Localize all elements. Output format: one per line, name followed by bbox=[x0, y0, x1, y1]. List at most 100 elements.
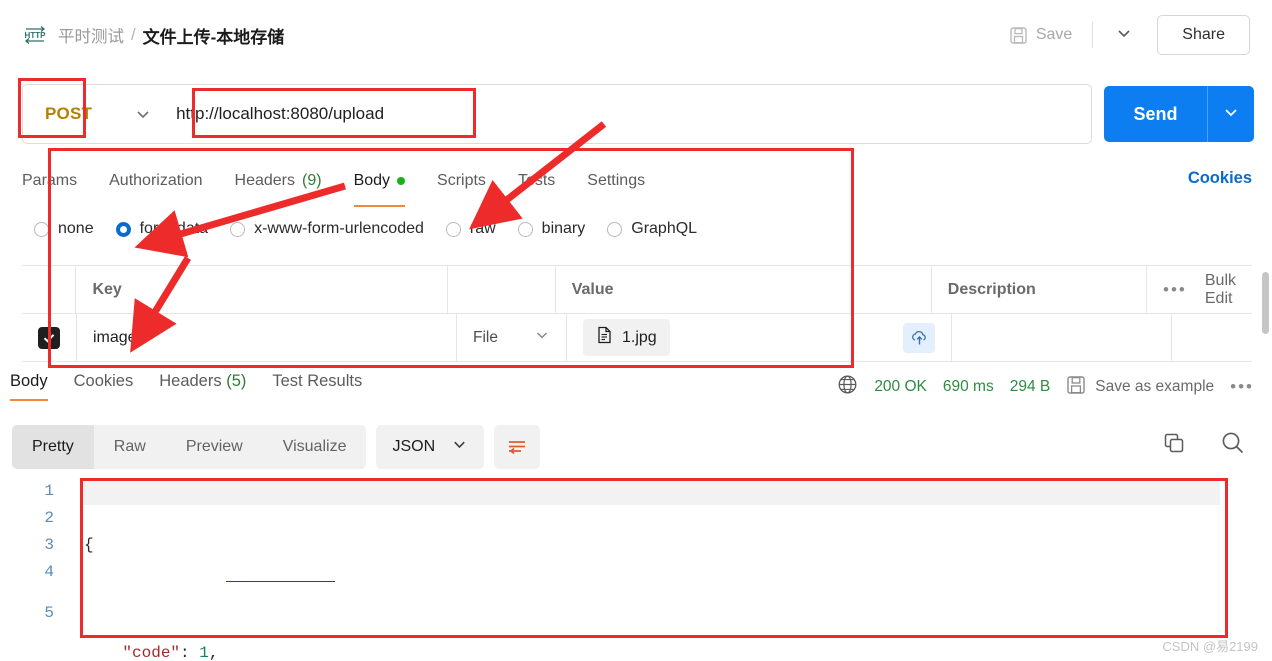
radio-icon bbox=[445, 221, 461, 237]
response-tab-cookies[interactable]: Cookies bbox=[74, 372, 134, 397]
row-tools-cell bbox=[1172, 314, 1252, 361]
breadcrumb-separator: / bbox=[131, 25, 136, 44]
tab-body[interactable]: Body bbox=[353, 172, 406, 207]
view-mode-preview[interactable]: Preview bbox=[166, 425, 263, 469]
radio-label: form-data bbox=[139, 220, 209, 237]
send-options-button[interactable] bbox=[1208, 103, 1254, 126]
radio-x-www-form-urlencoded[interactable]: x-www-form-urlencoded bbox=[230, 220, 424, 238]
cloud-upload-icon[interactable] bbox=[903, 322, 935, 353]
row-value-cell[interactable]: 1.jpg bbox=[567, 314, 952, 361]
tab-authorization[interactable]: Authorization bbox=[109, 172, 202, 194]
json-colon: : bbox=[180, 644, 200, 661]
toolbar-divider bbox=[1092, 22, 1094, 48]
row-key-cell[interactable]: image bbox=[77, 314, 457, 361]
response-tab-headers[interactable]: Headers (5) bbox=[159, 372, 246, 397]
chevron-down-icon[interactable] bbox=[134, 105, 152, 123]
chevron-down-icon bbox=[1115, 24, 1133, 47]
body-modified-dot-icon bbox=[397, 177, 406, 185]
row-type-selector[interactable]: File bbox=[457, 314, 567, 361]
page-title: 文件上传-本地存储 bbox=[142, 27, 285, 47]
radio-binary[interactable]: binary bbox=[517, 220, 586, 238]
postman-window: HTTP 平时测试 / 文件上传-本地存储 Save Share POST ht… bbox=[0, 0, 1272, 661]
bulk-edit-button[interactable]: Bulk Edit bbox=[1205, 272, 1236, 308]
tab-label: Body bbox=[353, 172, 391, 189]
view-mode-pretty[interactable]: Pretty bbox=[12, 425, 94, 469]
tab-settings[interactable]: Settings bbox=[587, 172, 645, 194]
row-type-label: File bbox=[473, 328, 498, 346]
table-row: image File 1.jpg bbox=[22, 314, 1252, 362]
tab-scripts[interactable]: Scripts bbox=[437, 172, 486, 194]
chevron-down-icon bbox=[1222, 103, 1240, 126]
tab-headers[interactable]: Headers (9) bbox=[235, 172, 322, 194]
tab-params[interactable]: Params bbox=[22, 172, 77, 194]
code-line-1: { bbox=[84, 532, 1141, 559]
http-icon: HTTP bbox=[22, 22, 48, 48]
breadcrumb-parent[interactable]: 平时测试 bbox=[58, 23, 124, 47]
response-headers-count: (5) bbox=[226, 372, 247, 390]
floppy-disk-icon bbox=[1009, 26, 1028, 45]
method-selector[interactable]: POST bbox=[23, 104, 92, 124]
file-name: 1.jpg bbox=[622, 328, 657, 346]
radio-label: binary bbox=[541, 220, 586, 237]
column-header-type bbox=[448, 266, 556, 313]
tab-label: Tests bbox=[517, 172, 556, 189]
json-key-code: "code" bbox=[122, 644, 181, 661]
checkbox-checked-icon bbox=[38, 326, 60, 349]
radio-none[interactable]: none bbox=[34, 220, 94, 238]
body-type-radio-group: none form-data x-www-form-urlencoded raw… bbox=[34, 220, 719, 238]
response-meta: 200 OK 690 ms 294 B Save as example ••• bbox=[837, 374, 1254, 400]
tab-tests[interactable]: Tests bbox=[518, 172, 555, 194]
radio-form-data[interactable]: form-data bbox=[115, 220, 209, 238]
send-button[interactable]: Send bbox=[1104, 104, 1207, 125]
radio-icon bbox=[34, 221, 49, 237]
row-description-cell[interactable] bbox=[952, 314, 1172, 361]
radio-graphql[interactable]: GraphQL bbox=[607, 220, 697, 238]
json-comma: , bbox=[208, 644, 219, 661]
file-chip[interactable]: 1.jpg bbox=[583, 319, 670, 356]
url-input[interactable] bbox=[176, 104, 1091, 124]
select-all-cell[interactable] bbox=[22, 266, 77, 313]
save-button[interactable]: Save bbox=[1001, 20, 1080, 51]
tab-label: Headers bbox=[159, 372, 222, 390]
line-number: 3 bbox=[44, 536, 54, 554]
line-number: 4 bbox=[44, 563, 54, 581]
view-mode-raw[interactable]: Raw bbox=[94, 425, 166, 469]
ellipsis-icon[interactable]: ••• bbox=[1163, 280, 1187, 300]
save-options-button[interactable] bbox=[1105, 20, 1143, 51]
column-header-description: Description bbox=[932, 266, 1148, 313]
response-size: 294 B bbox=[1009, 378, 1051, 395]
share-button[interactable]: Share bbox=[1157, 15, 1250, 55]
table-scrollbar[interactable] bbox=[1262, 272, 1269, 334]
response-view-modes: Pretty Raw Preview Visualize bbox=[12, 425, 367, 469]
radio-label: GraphQL bbox=[631, 220, 698, 237]
copy-icon[interactable] bbox=[1162, 431, 1186, 460]
tab-label: Scripts bbox=[437, 172, 486, 189]
url-bar: POST bbox=[22, 84, 1092, 144]
top-bar: HTTP 平时测试 / 文件上传-本地存储 Save Share bbox=[0, 0, 1272, 70]
response-tabs: Body Cookies Headers (5) Test Results bbox=[10, 372, 388, 401]
floppy-disk-icon bbox=[1066, 375, 1086, 400]
table-tools: ••• Bulk Edit bbox=[1147, 266, 1252, 313]
tab-label: Body bbox=[10, 372, 48, 390]
description-header-label: Description bbox=[947, 280, 1036, 298]
tab-label: Params bbox=[22, 172, 78, 189]
radio-raw[interactable]: raw bbox=[445, 220, 496, 238]
word-wrap-icon[interactable] bbox=[494, 425, 541, 469]
response-tab-test-results[interactable]: Test Results bbox=[272, 372, 362, 397]
cookies-link[interactable]: Cookies bbox=[1188, 169, 1252, 188]
form-data-table: Key Value Description ••• Bulk Edit imag… bbox=[22, 265, 1252, 362]
response-tab-body[interactable]: Body bbox=[10, 372, 48, 401]
globe-icon[interactable] bbox=[837, 374, 858, 400]
search-icon[interactable] bbox=[1220, 430, 1246, 461]
chevron-down-icon bbox=[534, 327, 550, 348]
ellipsis-icon[interactable]: ••• bbox=[1230, 377, 1254, 397]
view-mode-visualize[interactable]: Visualize bbox=[263, 425, 367, 469]
response-body-code[interactable]: 1 2 3 4 5 { "code": 1, "msg": "success",… bbox=[12, 478, 1260, 661]
response-toolbar: Pretty Raw Preview Visualize JSON bbox=[12, 425, 541, 469]
response-format-selector[interactable]: JSON bbox=[376, 425, 485, 469]
save-as-example-button[interactable]: Save as example bbox=[1066, 375, 1214, 400]
radio-icon bbox=[230, 221, 246, 237]
row-checkbox[interactable] bbox=[22, 314, 77, 361]
radio-label: none bbox=[58, 220, 94, 237]
svg-text:HTTP: HTTP bbox=[25, 31, 47, 40]
